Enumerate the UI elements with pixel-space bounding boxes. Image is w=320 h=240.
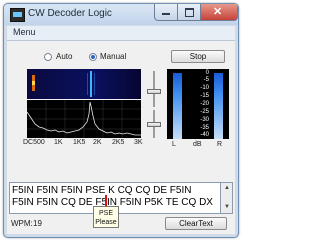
stop-button[interactable]: Stop xyxy=(171,50,225,63)
meter-scale: -20 xyxy=(200,101,209,107)
text-scrollbar[interactable]: ▲ ▼ xyxy=(221,182,233,214)
meter-scale: -5 xyxy=(203,77,209,83)
title-bar[interactable]: CW Decoder Logic ✕ xyxy=(4,4,238,25)
frequency-axis: DC500 1K 1K5 2K 2K5 3K xyxy=(23,139,145,149)
auto-radio[interactable] xyxy=(44,53,52,61)
slider-thumb[interactable] xyxy=(147,122,161,127)
freq-tick: 1K xyxy=(54,139,63,146)
scroll-down-icon[interactable]: ▼ xyxy=(224,204,230,210)
left-level-bar xyxy=(173,72,182,139)
freq-tick: 2K5 xyxy=(112,139,125,146)
spectrum-gain-slider[interactable] xyxy=(147,110,161,138)
meter-scale: -35 xyxy=(200,125,209,131)
minimize-button[interactable] xyxy=(154,4,178,21)
meter-label-unit: dB xyxy=(193,141,202,148)
meter-scale: -40 xyxy=(200,132,209,138)
window-title: CW Decoder Logic xyxy=(28,8,112,19)
wpm-label: WPM: xyxy=(11,219,33,228)
manual-label: Manual xyxy=(100,52,127,61)
main-panel: Auto Manual Stop DC500 1K 1K5 2K 2K5 3K … xyxy=(7,41,235,234)
waterfall-gain-slider[interactable] xyxy=(147,71,161,107)
freq-tick: 3K xyxy=(134,139,143,146)
maximize-button[interactable] xyxy=(177,4,201,21)
spectrum-display xyxy=(27,100,141,138)
meter-label-right: R xyxy=(217,141,223,148)
meter-scale: 0 xyxy=(205,70,209,76)
menu-bar: Menu xyxy=(7,26,235,41)
close-button[interactable]: ✕ xyxy=(200,4,238,21)
auto-label: Auto xyxy=(56,52,73,61)
tooltip-meaning: Please xyxy=(95,219,117,226)
meter-scale: -10 xyxy=(200,85,209,91)
level-meters: 0 -5 -10 -15 -20 -25 -30 -35 -40 xyxy=(167,69,229,139)
meter-scale: -15 xyxy=(200,93,209,99)
abbreviation-tooltip: PSE Please xyxy=(93,206,119,228)
menu-item[interactable]: Menu xyxy=(13,27,36,37)
meter-scale: -30 xyxy=(200,117,209,123)
freq-tick: DC500 xyxy=(23,139,45,146)
close-icon: ✕ xyxy=(213,6,223,18)
freq-tick: 2K xyxy=(93,139,102,146)
freq-tick: 1K5 xyxy=(73,139,86,146)
right-level-bar xyxy=(214,72,223,139)
meter-scale: -25 xyxy=(200,109,209,115)
tooltip-abbrev: PSE xyxy=(98,210,113,217)
waterfall-display xyxy=(27,69,141,99)
app-icon xyxy=(10,8,25,22)
slider-thumb[interactable] xyxy=(147,89,161,94)
app-window: CW Decoder Logic ✕ Menu Auto Manual Stop xyxy=(3,3,239,238)
decoded-line: F5IN F5IN F5IN PSE K CQ CQ DE F5IN xyxy=(12,185,192,196)
clear-text-button[interactable]: ClearText xyxy=(165,217,227,230)
scroll-up-icon[interactable]: ▲ xyxy=(224,185,230,191)
meter-label-left: L xyxy=(172,141,176,148)
manual-radio[interactable] xyxy=(89,53,97,61)
minimize-icon xyxy=(162,13,170,15)
maximize-icon xyxy=(185,8,194,17)
wpm-value: 19 xyxy=(33,219,42,228)
